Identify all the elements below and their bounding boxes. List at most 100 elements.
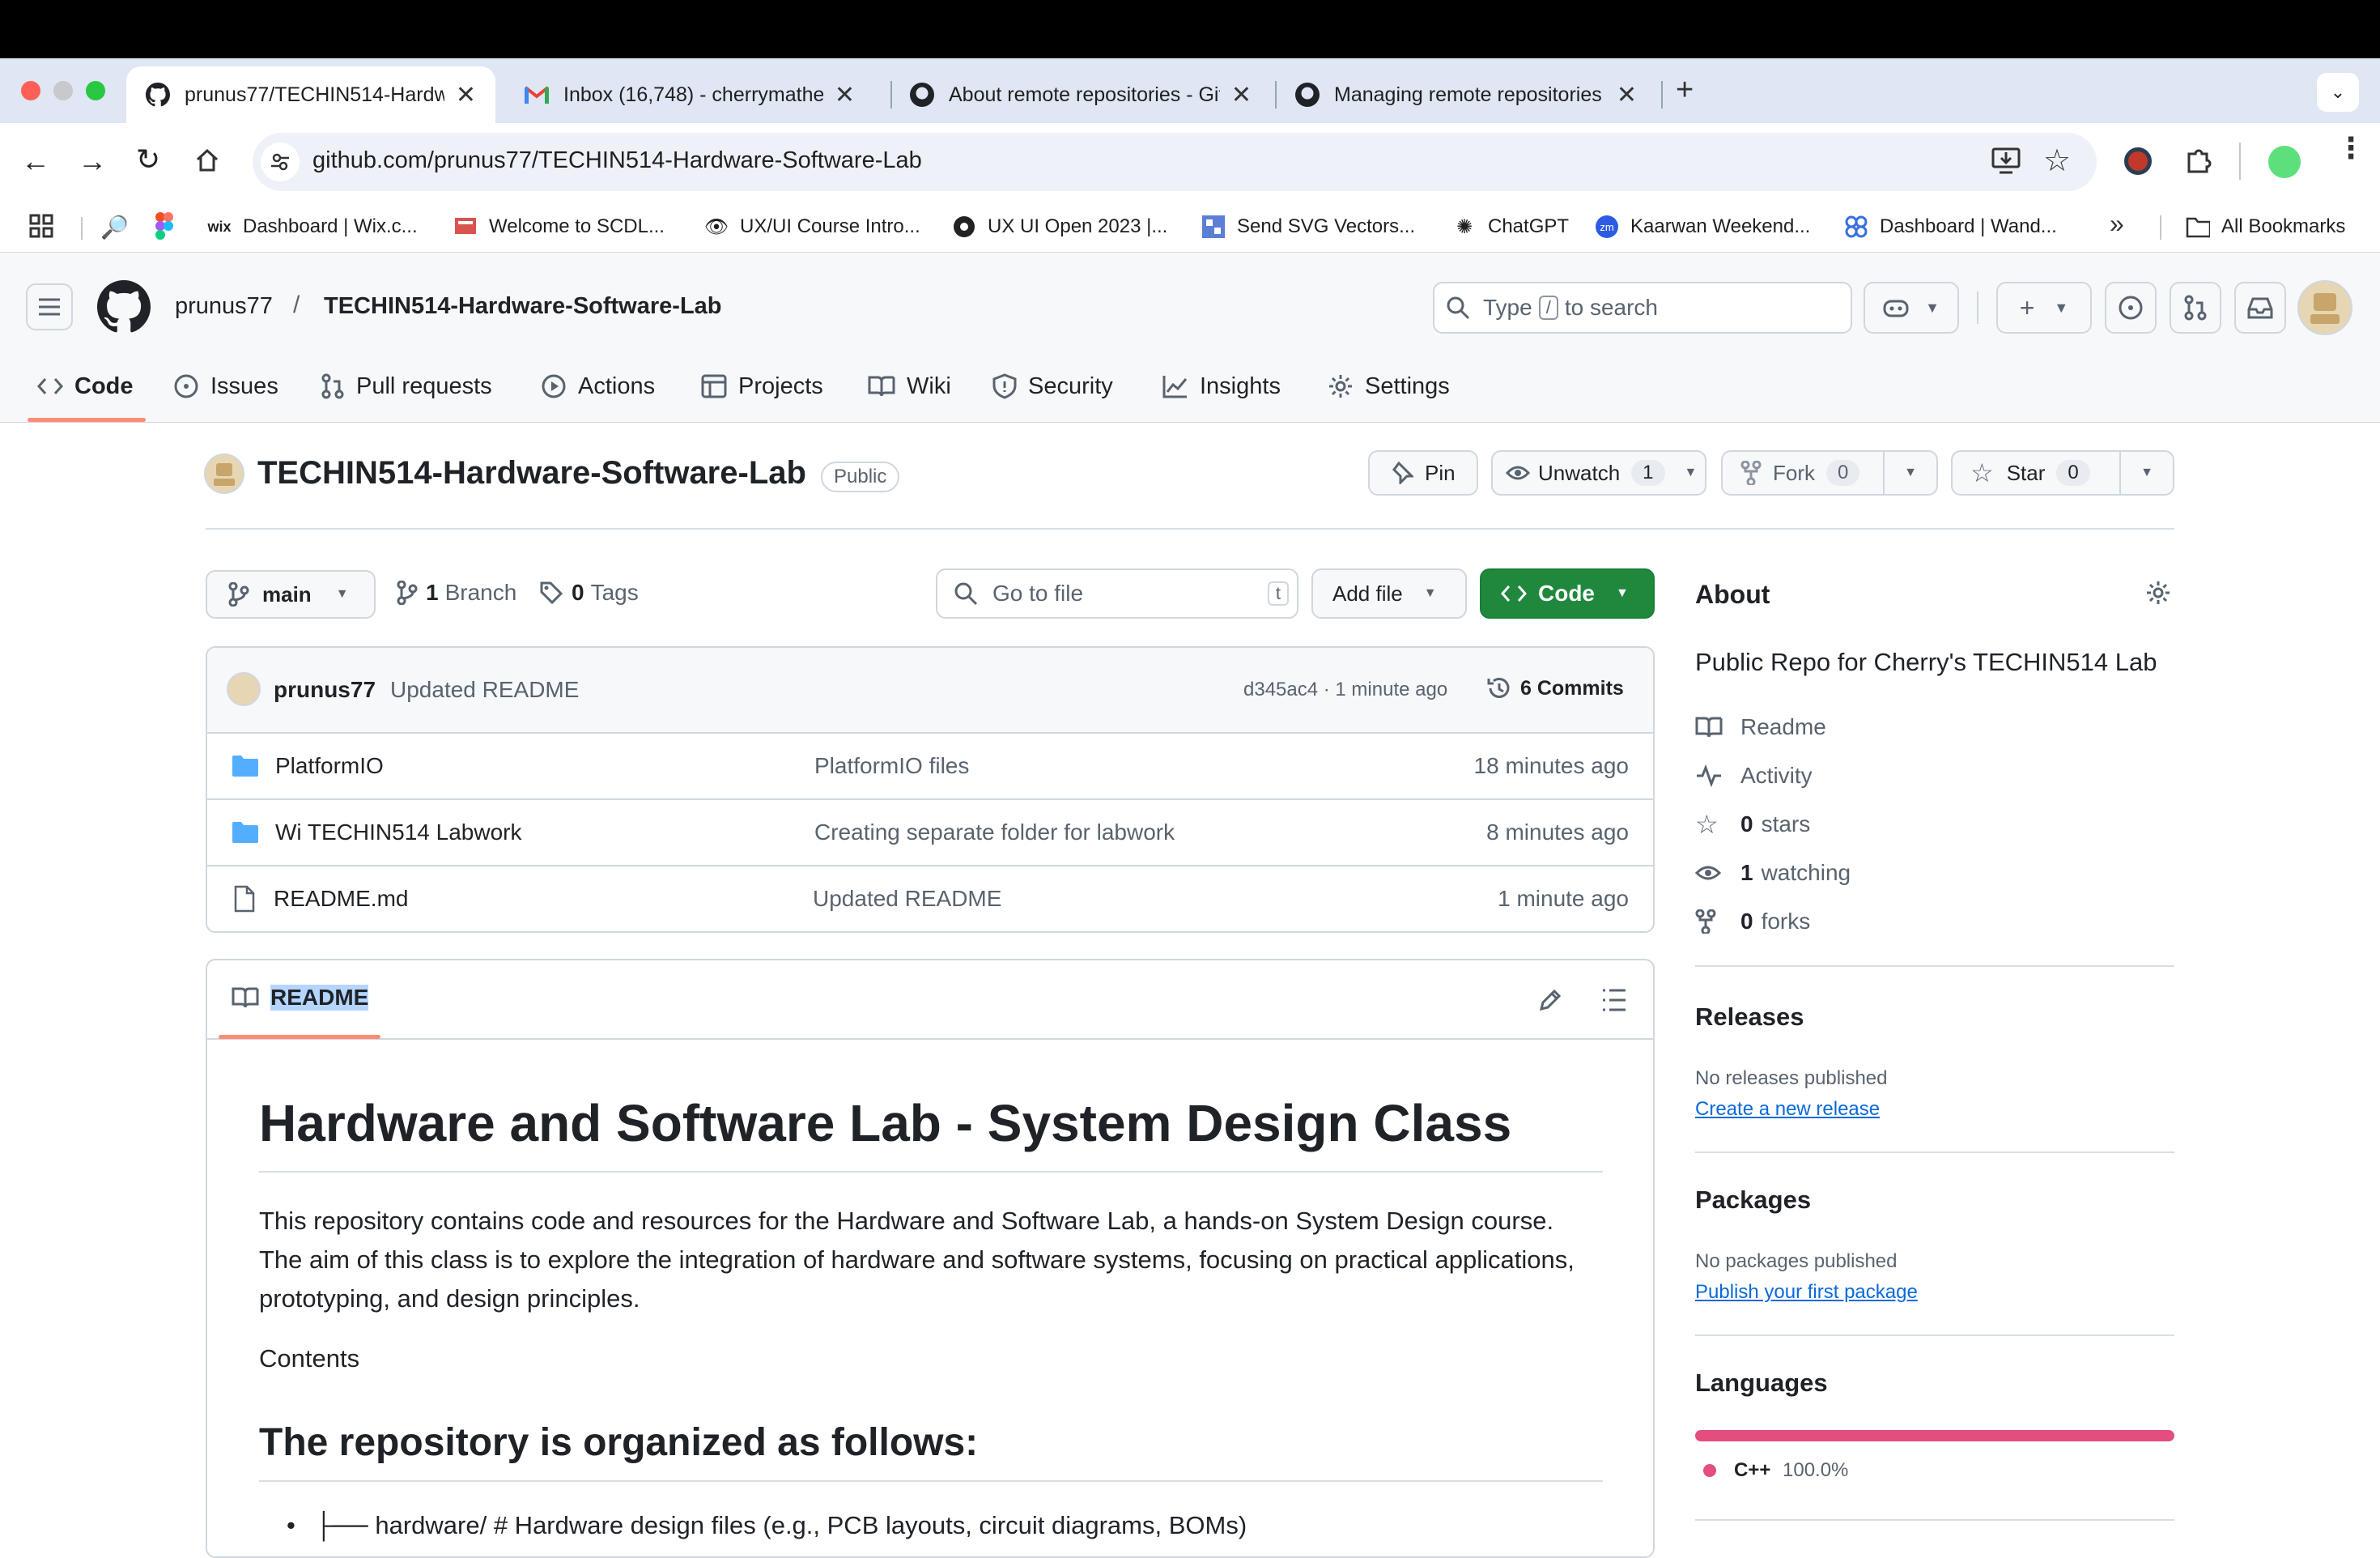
tab-gmail[interactable]: Inbox (16,748) - cherrymathew@uw.edu ✕: [505, 66, 874, 123]
file-row[interactable]: README.md Updated README 1 minute ago: [206, 865, 1655, 931]
commit-meta[interactable]: d345ac4 · 1 minute ago: [1243, 679, 1447, 701]
tab-code[interactable]: Code: [37, 366, 134, 407]
extensions-puzzle-icon[interactable]: [2184, 146, 2213, 175]
inbox-button[interactable]: [2234, 282, 2286, 334]
close-icon[interactable]: ✕: [456, 81, 476, 109]
tab-insights[interactable]: Insights: [1162, 366, 1281, 407]
tab-pull-requests[interactable]: Pull requests: [321, 366, 492, 407]
file-row[interactable]: Wi TECHIN514 Labwork Creating separate f…: [206, 798, 1655, 865]
breadcrumb-repo[interactable]: TECHIN514-Hardware-Software-Lab: [324, 293, 722, 320]
all-bookmarks[interactable]: All Bookmarks: [2186, 212, 2345, 241]
more-bookmarks-icon[interactable]: »: [2110, 209, 2124, 239]
releases-heading[interactable]: Releases: [1695, 1002, 1804, 1032]
back-icon[interactable]: ←: [21, 144, 50, 178]
commit-author-avatar[interactable]: [227, 672, 261, 706]
tab-projects[interactable]: Projects: [701, 366, 823, 407]
gear-icon[interactable]: [2145, 580, 2171, 606]
branches-link[interactable]: 1 Branch: [397, 580, 516, 606]
about-activity-link[interactable]: Activity: [1695, 760, 1813, 792]
pull-requests-button[interactable]: [2170, 282, 2221, 334]
lens-icon[interactable]: 🔎: [100, 214, 129, 241]
tab-wiki[interactable]: Wiki: [868, 366, 951, 407]
breadcrumb-owner[interactable]: prunus77: [175, 293, 273, 320]
bookmark-kaarwan[interactable]: zm Kaarwan Weekend...: [1595, 212, 1810, 241]
commits-link[interactable]: 6 Commits: [1486, 675, 1624, 701]
github-logo-icon[interactable]: [97, 280, 151, 334]
outline-list-icon[interactable]: [1601, 988, 1627, 1012]
bookmark-uxui-course[interactable]: 👁 UX/UI Course Intro...: [704, 212, 920, 241]
menu-icon[interactable]: [26, 283, 73, 330]
tab-settings[interactable]: Settings: [1328, 366, 1450, 407]
window-zoom-button[interactable]: [86, 81, 105, 100]
bookmark-star-icon[interactable]: ☆: [2043, 143, 2071, 179]
unwatch-button[interactable]: Unwatch 1 ▼: [1491, 450, 1706, 496]
file-name[interactable]: README.md: [274, 886, 813, 912]
star-button[interactable]: ☆ Star 0: [1951, 450, 2121, 496]
repo-title[interactable]: TECHIN514-Hardware-Software-Lab: [257, 455, 806, 492]
window-minimize-button[interactable]: [53, 81, 73, 100]
figma-icon[interactable]: [155, 212, 173, 240]
commit-author[interactable]: prunus77: [274, 677, 376, 703]
tab-search-button[interactable]: ⌄: [2317, 73, 2359, 112]
fork-dropdown-button[interactable]: ▼: [1883, 450, 1938, 496]
tab-actions[interactable]: Actions: [541, 366, 655, 407]
window-close-button[interactable]: [21, 81, 40, 100]
star-dropdown-button[interactable]: ▼: [2119, 450, 2174, 496]
close-icon[interactable]: ✕: [1617, 81, 1637, 109]
fork-button[interactable]: Fork 0: [1721, 450, 1885, 496]
bookmark-svg-repo[interactable]: Send SVG Vectors...: [1201, 212, 1415, 241]
tab-github-repo[interactable]: prunus77/TECHIN514-Hardware-Software-Lab…: [126, 66, 495, 123]
user-avatar[interactable]: [2297, 280, 2352, 335]
tab-security[interactable]: Security: [992, 366, 1113, 407]
site-info-icon[interactable]: [261, 143, 300, 181]
file-commit-message[interactable]: PlatformIO files: [814, 753, 1474, 779]
pin-button[interactable]: Pin: [1368, 450, 1478, 496]
publish-package-link[interactable]: Publish your first package: [1695, 1281, 1918, 1304]
bookmark-wand[interactable]: Dashboard | Wand...: [1844, 212, 2057, 241]
tags-link[interactable]: 0 Tags: [539, 580, 639, 606]
global-search-input[interactable]: Type / to search: [1433, 282, 1852, 334]
tab-managing-remote[interactable]: Managing remote repositories - GitHub Do…: [1276, 66, 1656, 123]
file-row[interactable]: PlatformIO PlatformIO files 18 minutes a…: [206, 732, 1655, 798]
home-icon[interactable]: [194, 147, 220, 173]
new-tab-button[interactable]: +: [1676, 73, 1694, 108]
url-text[interactable]: github.com/prunus77/TECHIN514-Hardware-S…: [312, 147, 922, 174]
file-name[interactable]: Wi TECHIN514 Labwork: [275, 819, 814, 845]
close-icon[interactable]: ✕: [1231, 81, 1252, 109]
branch-select[interactable]: main ▼: [206, 570, 376, 619]
about-readme-link[interactable]: Readme: [1695, 711, 1826, 743]
profile-avatar[interactable]: [2268, 146, 2301, 178]
forward-icon[interactable]: →: [78, 144, 107, 178]
file-commit-message[interactable]: Creating separate folder for labwork: [814, 819, 1486, 845]
repo-owner-avatar[interactable]: [204, 453, 244, 494]
language-name[interactable]: C++: [1734, 1459, 1770, 1482]
create-release-link[interactable]: Create a new release: [1695, 1098, 1880, 1121]
tab-about-remote[interactable]: About remote repositories - GitHub Docs …: [890, 66, 1271, 123]
readme-tab[interactable]: README: [232, 985, 369, 1011]
about-forks-link[interactable]: 0 forks: [1695, 905, 1810, 938]
file-commit-message[interactable]: Updated README: [813, 886, 1498, 912]
bookmark-chatgpt[interactable]: ✺ ChatGPT: [1452, 212, 1569, 241]
browser-menu-icon[interactable]: ⋮: [2336, 134, 2365, 163]
file-name[interactable]: PlatformIO: [275, 753, 814, 779]
about-watching-link[interactable]: 1 watching: [1695, 857, 1851, 889]
issues-button[interactable]: [2105, 282, 2157, 334]
bookmark-wix[interactable]: wix Dashboard | Wix.c...: [207, 212, 417, 241]
go-to-file-input[interactable]: Go to file t: [936, 568, 1298, 619]
create-new-button[interactable]: + ▼: [1996, 282, 2092, 334]
chevron-down-icon[interactable]: ▼: [1925, 300, 1940, 317]
copilot-button[interactable]: ▼: [1864, 282, 1959, 334]
apps-grid-icon[interactable]: [29, 214, 53, 238]
close-icon[interactable]: ✕: [835, 81, 855, 109]
code-button[interactable]: Code ▼: [1480, 568, 1655, 619]
bookmark-uxui-open[interactable]: UX UI Open 2023 |...: [952, 212, 1167, 241]
reload-icon[interactable]: ↻: [136, 143, 160, 177]
commit-message[interactable]: Updated README: [390, 677, 579, 703]
tab-issues[interactable]: Issues: [173, 366, 278, 407]
add-file-button[interactable]: Add file ▼: [1311, 568, 1467, 619]
about-stars-link[interactable]: ☆ 0 stars: [1695, 808, 1810, 841]
packages-heading[interactable]: Packages: [1695, 1186, 1811, 1215]
pencil-icon[interactable]: [1536, 986, 1564, 1014]
extension-icon[interactable]: [2124, 147, 2152, 175]
install-app-icon[interactable]: [1991, 147, 2021, 175]
